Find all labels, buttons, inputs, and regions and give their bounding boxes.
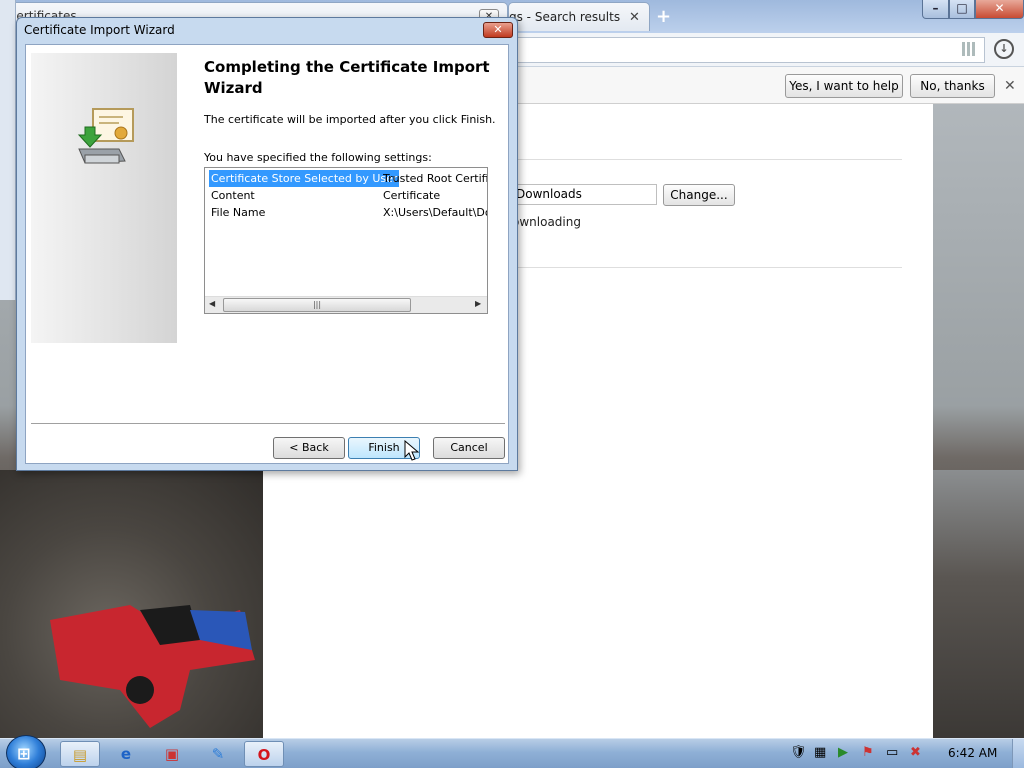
minimize-icon: – (932, 1, 939, 15)
taskbar: ⊞ ▤ e ▣ ✎ O 🛡 ▦ ▶ ⚑ ▭ ✖ 6:42 AM (0, 735, 1024, 768)
setting-value: X:\Users\Default\Dow (383, 206, 487, 219)
wizard-heading: Completing the Certificate Import Wizard (204, 58, 490, 97)
windows-logo-icon: ⊞ (17, 744, 31, 763)
scroll-left-icon[interactable]: ◀ (209, 299, 215, 308)
taskbar-item-ie[interactable]: e (106, 741, 146, 767)
clock[interactable]: 6:42 AM (948, 746, 997, 760)
yes-help-button[interactable]: Yes, I want to help (785, 74, 903, 98)
close-icon: ✕ (994, 1, 1005, 15)
back-button[interactable]: < Back (273, 437, 345, 459)
dialog-title: Certificate Import Wizard (24, 23, 175, 37)
divider (518, 267, 902, 268)
download-location-field[interactable]: Downloads (512, 184, 657, 205)
maximize-icon: □ (956, 1, 968, 15)
tab-label: gs - Search results (509, 10, 621, 24)
setting-name: File Name (211, 206, 266, 219)
folder-icon: ▤ (72, 746, 88, 764)
certificate-import-dialog: Certificate Import Wizard ✕ Completing t… (16, 17, 518, 471)
media-icon: ▣ (164, 745, 180, 763)
divider (31, 423, 505, 424)
settings-list[interactable]: Certificate Store Selected by User Trust… (204, 167, 488, 314)
dialog-body: Completing the Certificate Import Wizard… (25, 44, 509, 464)
wizard-description: The certificate will be imported after y… (204, 113, 496, 126)
show-desktop-button[interactable] (1012, 739, 1024, 768)
maximize-button[interactable]: □ (949, 0, 975, 19)
internet-explorer-icon: e (120, 745, 132, 763)
start-button[interactable]: ⊞ (6, 735, 46, 768)
list-item[interactable]: Certificate Store Selected by User Trust… (207, 170, 487, 187)
apps-grid-icon[interactable] (962, 42, 976, 56)
paint-icon: ✎ (211, 745, 225, 763)
taskbar-item-paint[interactable]: ✎ (198, 741, 238, 767)
tray-flag-icon[interactable]: ⚑ (862, 745, 874, 760)
tray-volume-icon[interactable]: ✖ (910, 745, 921, 760)
tray-app-icon[interactable]: 🛡 (790, 745, 807, 760)
download-icon[interactable]: ↓ (994, 39, 1014, 59)
taskbar-item-media[interactable]: ▣ (152, 741, 192, 767)
settings-intro: You have specified the following setting… (204, 151, 432, 164)
cancel-button[interactable]: Cancel (433, 437, 505, 459)
scroll-right-icon[interactable]: ▶ (475, 299, 481, 308)
close-window-button[interactable]: ✕ (975, 0, 1024, 19)
scroll-thumb[interactable]: ||| (223, 298, 411, 312)
list-item[interactable]: File Name X:\Users\Default\Dow (207, 204, 487, 221)
divider (518, 159, 902, 160)
setting-value: Certificate (383, 189, 441, 202)
window-controls: – □ ✕ (922, 0, 1024, 20)
setting-name: Content (211, 189, 255, 202)
close-icon[interactable]: ✕ (483, 22, 513, 38)
tray-monitor-icon[interactable]: ▭ (886, 745, 898, 760)
new-tab-button[interactable]: + (656, 6, 671, 27)
opera-icon: O (257, 746, 271, 764)
tray-network-icon[interactable]: ▦ (814, 745, 826, 760)
certificate-icon (77, 108, 134, 164)
minimize-button[interactable]: – (922, 0, 949, 19)
close-icon[interactable]: ✕ (629, 10, 640, 25)
background-window (0, 0, 16, 300)
setting-name: Certificate Store Selected by User (209, 170, 400, 187)
taskbar-item-opera[interactable]: O (244, 741, 284, 767)
setting-value: Trusted Root Certifica (383, 172, 487, 185)
mouse-cursor-icon (404, 440, 420, 461)
wizard-side-panel (31, 53, 177, 343)
tray-play-icon[interactable]: ▶ (838, 745, 848, 760)
change-button[interactable]: Change... (663, 184, 735, 206)
tab-search-results[interactable]: gs - Search results ✕ (508, 2, 650, 31)
close-icon[interactable]: ✕ (1004, 78, 1016, 94)
no-thanks-button[interactable]: No, thanks (910, 74, 995, 98)
taskbar-item-explorer[interactable]: ▤ (60, 741, 100, 767)
horizontal-scrollbar[interactable]: ◀ ||| ▶ (205, 296, 487, 313)
list-item[interactable]: Content Certificate (207, 187, 487, 204)
download-setting-label: ownloading (512, 215, 581, 229)
